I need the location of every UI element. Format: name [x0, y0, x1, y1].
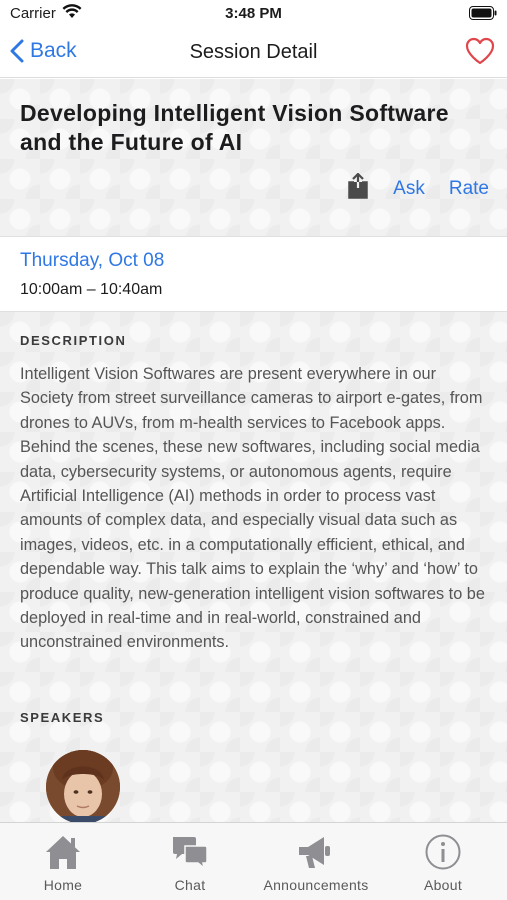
session-date[interactable]: Thursday, Oct 08 [20, 250, 164, 272]
megaphone-icon [299, 837, 330, 868]
share-icon [348, 172, 368, 199]
tab-announcements-label: Announcements [263, 877, 369, 893]
description-heading: DESCRIPTION [20, 333, 127, 348]
home-icon [46, 836, 80, 869]
tab-bar: Home Chat Announcements About [0, 822, 507, 900]
status-time: 3:48 PM [225, 5, 282, 22]
heart-icon [465, 37, 495, 65]
info-icon [425, 834, 461, 870]
page-title: Session Detail [189, 41, 318, 63]
tab-announcements[interactable]: Announcements [253, 823, 379, 900]
rate-button[interactable]: Rate [449, 178, 489, 200]
session-actions: Ask Rate [347, 172, 489, 204]
tab-home-label: Home [43, 877, 83, 893]
share-button[interactable] [347, 172, 369, 204]
session-title: Developing Intelligent Vision Software a… [20, 100, 449, 155]
chat-icon [173, 837, 208, 870]
speakers-heading: SPEAKERS [20, 710, 105, 725]
ask-button[interactable]: Ask [393, 178, 425, 200]
tab-about[interactable]: About [380, 823, 506, 900]
tab-chat[interactable]: Chat [127, 823, 253, 900]
session-time: 10:00am – 10:40am [20, 281, 163, 298]
session-header: Developing Intelligent Vision Software a… [0, 79, 507, 236]
tab-chat-label: Chat [174, 877, 206, 893]
tab-home[interactable]: Home [0, 823, 126, 900]
session-content[interactable]: DESCRIPTION Intelligent Vision Softwares… [0, 312, 507, 822]
session-schedule: Thursday, Oct 08 10:00am – 10:40am [0, 236, 507, 312]
status-bar: Carrier 3:48 PM [0, 0, 507, 28]
tab-about-label: About [423, 877, 463, 893]
navigation-bar: Back Session Detail [0, 28, 507, 78]
speaker-avatar[interactable] [46, 750, 120, 822]
favorite-button[interactable] [465, 37, 495, 70]
battery-icon [469, 6, 497, 24]
description-text: Intelligent Vision Softwares are present… [20, 365, 485, 652]
